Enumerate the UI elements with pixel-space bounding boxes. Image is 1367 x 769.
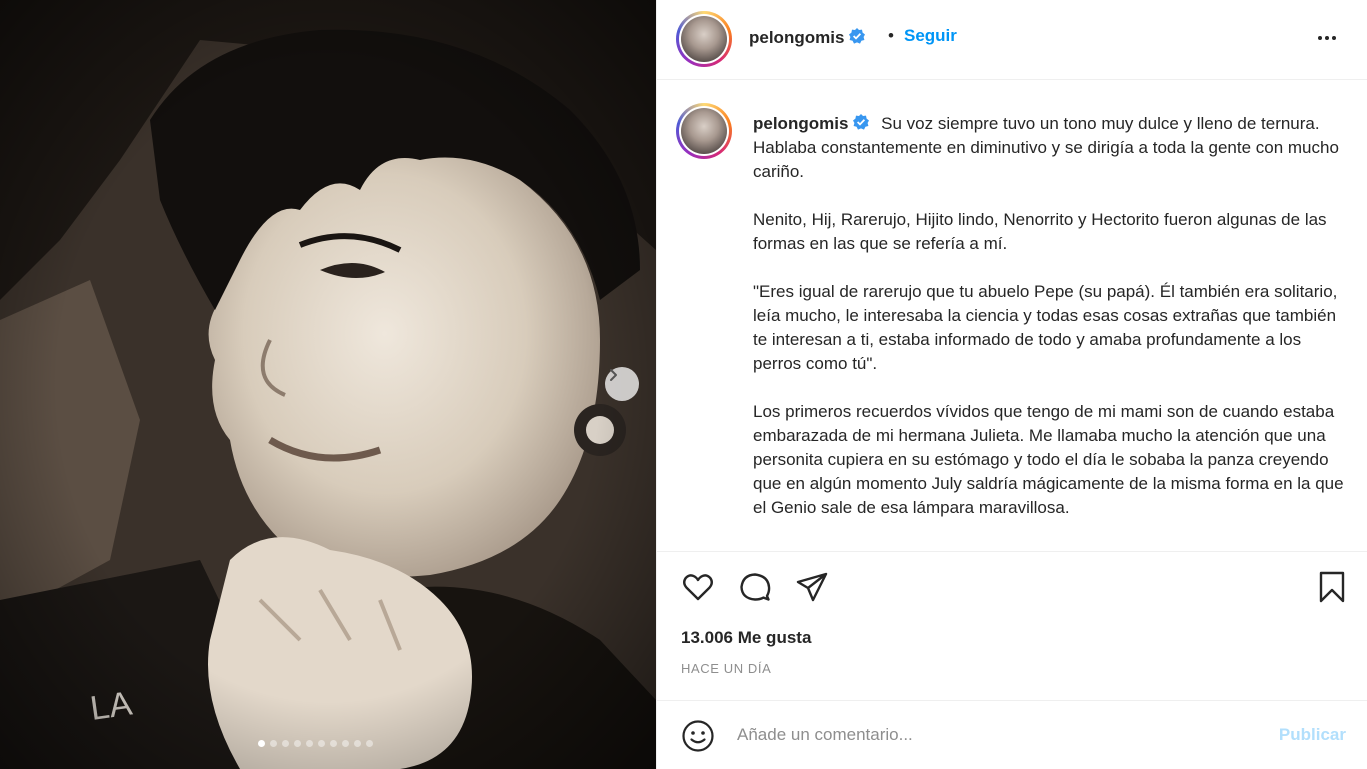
- header-separator: •: [888, 26, 894, 45]
- comment-input[interactable]: [737, 719, 1237, 751]
- publish-button[interactable]: Publicar: [1279, 725, 1346, 745]
- carousel-dot: [270, 740, 277, 747]
- likes-count[interactable]: 13.006 Me gusta: [681, 628, 811, 648]
- emoji-button[interactable]: [681, 719, 715, 758]
- carousel-dot: [342, 740, 349, 747]
- carousel-dot: [354, 740, 361, 747]
- caption-paragraph: Nenito, Hij, Rarerujo, Hijito lindo, Nen…: [753, 210, 1327, 253]
- share-button[interactable]: [795, 570, 829, 609]
- avatar[interactable]: [676, 11, 732, 67]
- save-button[interactable]: [1316, 570, 1348, 609]
- action-bar: [657, 566, 1367, 610]
- carousel-next-button[interactable]: [605, 367, 639, 401]
- caption-username[interactable]: pelongomis: [753, 114, 870, 133]
- photo-illustration: LA: [0, 0, 656, 769]
- caption-area: pelongomis Su voz siempre tuvo un tono m…: [657, 81, 1367, 552]
- post-photo[interactable]: LA: [0, 0, 656, 769]
- carousel-dot: [258, 740, 265, 747]
- comment-icon: [740, 573, 771, 601]
- emoji-icon: [682, 720, 714, 752]
- verified-badge-icon: [853, 114, 870, 130]
- more-options-button[interactable]: [1315, 24, 1339, 53]
- follow-button[interactable]: Seguir: [904, 26, 957, 46]
- comment-button[interactable]: [738, 570, 772, 609]
- verified-badge-icon: [849, 28, 866, 44]
- carousel-dot: [318, 740, 325, 747]
- carousel-dot: [306, 740, 313, 747]
- header-username[interactable]: pelongomis: [749, 27, 866, 48]
- caption-paragraph: pelongomis Su voz siempre tuvo un tono m…: [753, 112, 1345, 184]
- carousel-dot: [330, 740, 337, 747]
- caption-paragraph: "Eres igual de rarerujo que tu abuelo Pe…: [753, 282, 1338, 373]
- heart-icon: [683, 574, 713, 601]
- post-header: pelongomis • Seguir: [657, 0, 1367, 80]
- share-icon: [796, 572, 828, 602]
- post-panel: pelongomis • Seguir pelongomis Su voz si…: [656, 0, 1367, 769]
- comment-bar: Publicar: [657, 700, 1367, 769]
- carousel-indicator: [258, 740, 373, 747]
- bookmark-icon: [1319, 571, 1345, 603]
- chevron-right-icon: [610, 369, 617, 381]
- carousel-dot: [366, 740, 373, 747]
- caption: pelongomis Su voz siempre tuvo un tono m…: [753, 112, 1345, 544]
- like-button[interactable]: [681, 570, 715, 609]
- post-timestamp[interactable]: HACE UN DÍA: [681, 661, 771, 676]
- carousel-dot: [294, 740, 301, 747]
- more-options-icon: [1318, 36, 1336, 40]
- caption-paragraph: Los primeros recuerdos vívidos que tengo…: [753, 402, 1344, 517]
- caption-avatar[interactable]: [676, 103, 732, 159]
- carousel-dot: [282, 740, 289, 747]
